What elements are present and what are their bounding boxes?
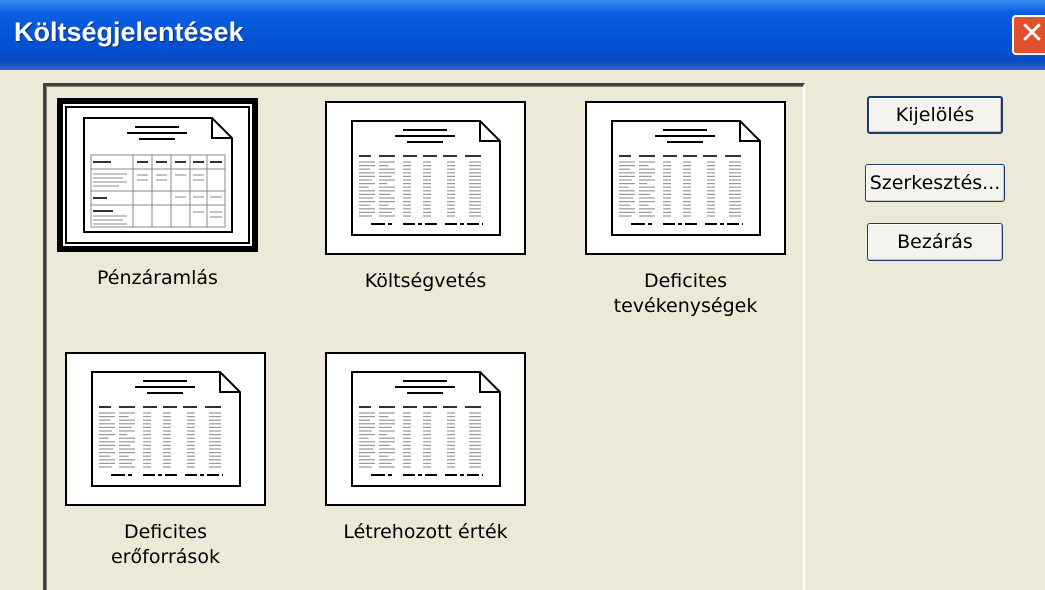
report-thumbnail[interactable] — [65, 352, 266, 506]
report-label-line1: Költségvetés — [364, 270, 487, 292]
report-label[interactable]: Pénzáramlás — [37, 266, 278, 291]
report-label-line1: Létrehozott érték — [343, 521, 508, 543]
report-thumbnail[interactable] — [325, 352, 526, 506]
report-list[interactable]: Pénzáramlás Költségvetés Deficites tevéke… — [43, 83, 805, 590]
edit-button[interactable]: Szerkesztés... — [865, 164, 1005, 202]
report-thumbnail[interactable] — [585, 101, 786, 255]
report-label-line2: tevékenységek — [613, 295, 758, 317]
report-columns-icon — [350, 371, 501, 487]
report-thumbnail[interactable] — [325, 101, 526, 255]
close-icon: ✕ — [1019, 16, 1045, 51]
report-label-line1: Deficites — [123, 521, 208, 543]
report-columns-icon — [610, 120, 761, 236]
dialog-window: Költségjelentések ✕ Pénzáramlás Költségv… — [0, 0, 1045, 590]
report-label[interactable]: Deficites tevékenységek — [565, 269, 806, 319]
report-label[interactable]: Költségvetés — [305, 269, 546, 294]
report-label-line1: Deficites — [643, 270, 728, 292]
report-columns-icon — [350, 120, 501, 236]
close-window-button[interactable]: ✕ — [1012, 15, 1045, 55]
report-label[interactable]: Deficites erőforrások — [45, 520, 286, 570]
close-button[interactable]: Bezárás — [867, 223, 1003, 261]
report-label[interactable]: Létrehozott érték — [305, 520, 546, 545]
report-label-line2: erőforrások — [111, 546, 220, 568]
select-button[interactable]: Kijelölés — [867, 96, 1003, 134]
report-thumbnail[interactable] — [57, 98, 258, 252]
window-title: Költségjelentések — [14, 17, 244, 47]
report-label-line1: Pénzáramlás — [97, 267, 218, 289]
report-table-icon — [82, 117, 233, 233]
title-bar: Költségjelentések ✕ — [0, 0, 1045, 70]
report-columns-icon — [90, 371, 241, 487]
